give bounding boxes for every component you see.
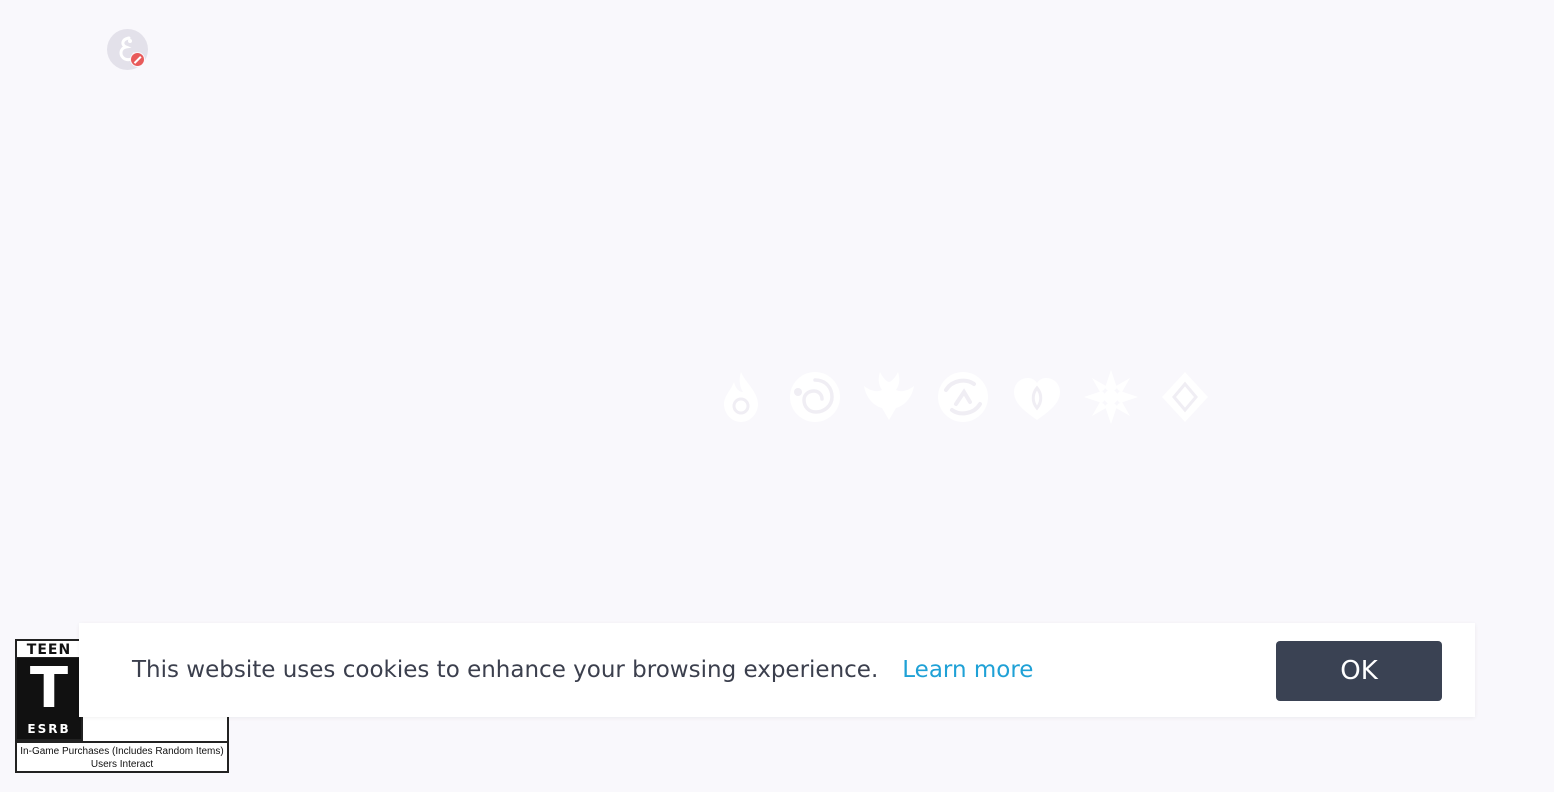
esrb-descriptor-line2: Users Interact — [90, 759, 154, 770]
paimon-avatar[interactable] — [107, 29, 148, 70]
esrb-descriptor-line1: In-Game Purchases (Includes Random Items… — [20, 746, 224, 757]
electro-icon — [934, 368, 992, 426]
pyro-icon — [712, 368, 770, 426]
dendro-icon — [1008, 368, 1066, 426]
cryo-icon — [1082, 368, 1140, 426]
anemo-icon — [860, 368, 918, 426]
cookie-message: This website uses cookies to enhance you… — [132, 657, 879, 683]
esrb-rating-letter: T — [17, 658, 81, 720]
muted-icon — [130, 52, 145, 67]
page: TEEN T ESRB In-Game Purchases (Includes … — [0, 0, 1554, 792]
geo-icon — [1156, 368, 1214, 426]
esrb-mark: TEEN T ESRB — [17, 641, 83, 741]
esrb-descriptor: In-Game Purchases (Includes Random Items… — [17, 741, 227, 771]
hydro-icon — [786, 368, 844, 426]
esrb-organization: ESRB — [17, 720, 81, 739]
learn-more-link[interactable]: Learn more — [902, 657, 1033, 683]
ok-button[interactable]: OK — [1276, 641, 1442, 701]
cookie-banner: This website uses cookies to enhance you… — [79, 623, 1475, 717]
element-loader — [712, 366, 1212, 428]
